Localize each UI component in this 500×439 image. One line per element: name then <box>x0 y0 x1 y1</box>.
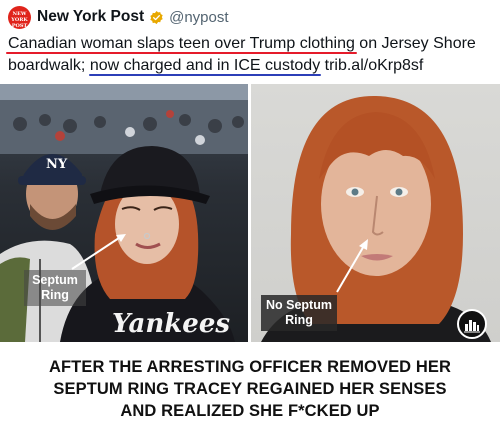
jersey-text: Yankees <box>112 309 230 339</box>
headline-rest: on Jersey Shore <box>354 35 476 52</box>
nypost-avatar[interactable]: NEW YORK POST <box>8 6 31 29</box>
skyline-icon <box>464 320 480 333</box>
caption-line-3: AND REALIZED SHE F*CKED UP <box>120 402 380 420</box>
meme-caption: AFTER THE ARRESTING OFFICER REMOVED HER … <box>0 346 500 439</box>
tweet-text-line-2: boardwalk; now charged and in ICE custod… <box>8 55 494 77</box>
no-septum-ring-label: No Septum Ring <box>261 295 337 331</box>
watermark-logo-icon <box>457 309 487 339</box>
underlined-headline: Canadian woman slaps teen over Trump clo… <box>8 35 355 52</box>
tweet-author: New York Post @nypost <box>37 6 229 28</box>
verified-badge-icon <box>150 10 163 24</box>
tweet-link[interactable]: trib.al/oKrp8sf <box>320 57 424 74</box>
tweet-text-line-1: Canadian woman slaps teen over Trump clo… <box>8 33 494 55</box>
svg-text:NY: NY <box>46 157 68 172</box>
author-name[interactable]: New York Post <box>37 8 144 26</box>
headline-continued: boardwalk; <box>8 57 90 74</box>
tweet-text: Canadian woman slaps teen over Trump clo… <box>8 33 494 77</box>
tweet-card: NEW YORK POST New York Post @nypost Cana… <box>0 0 500 84</box>
caption-line-2: SEPTUM RING TRACEY REGAINED HER SENSES <box>53 380 447 398</box>
underlined-ice-custody: now charged and in ICE custody <box>89 57 321 74</box>
septum-ring-label: Septum Ring <box>24 270 86 306</box>
author-handle[interactable]: @nypost <box>169 9 228 26</box>
caption-line-1: AFTER THE ARRESTING OFFICER REMOVED HER <box>48 358 452 376</box>
